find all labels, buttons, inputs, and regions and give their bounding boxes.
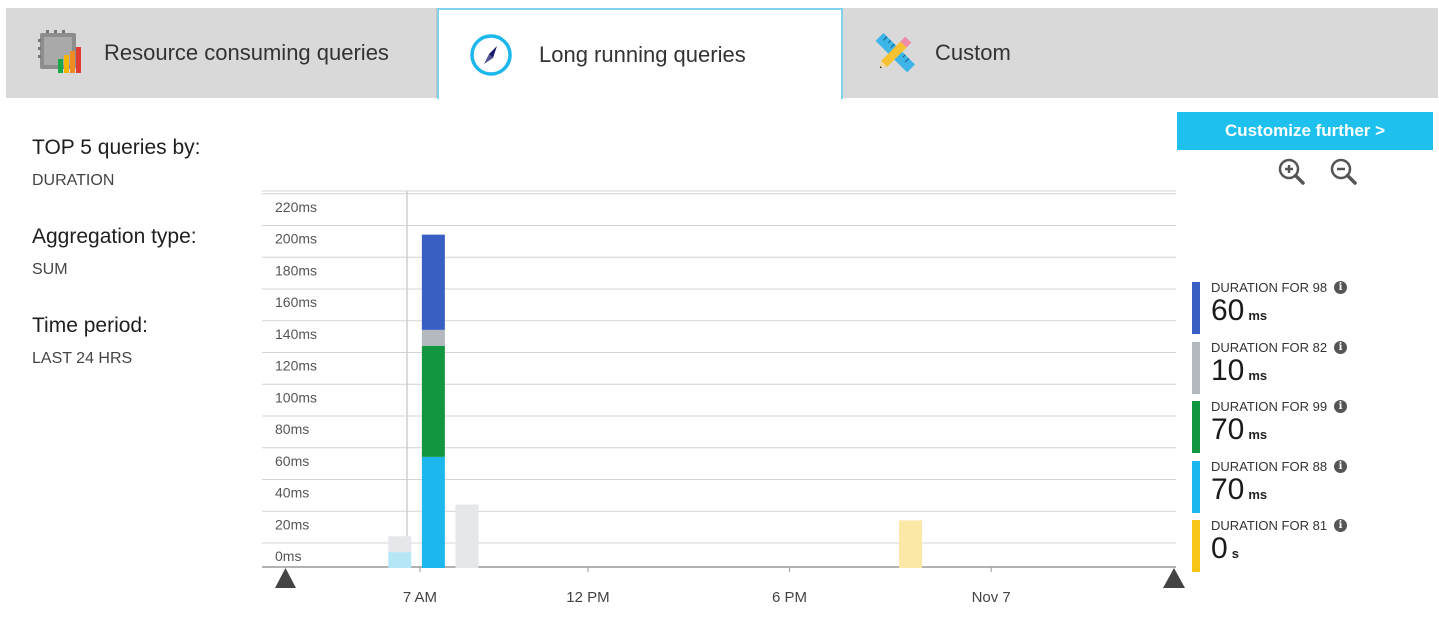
info-icon[interactable]: i (1334, 400, 1348, 414)
bar-segment-q98 (421, 234, 445, 330)
legend-text: DURATION FOR 98 i 60 ms (1211, 280, 1348, 327)
y-tick-label: 20ms (275, 516, 309, 532)
info-icon[interactable]: i (1334, 459, 1348, 473)
legend-title: DURATION FOR 88 i (1211, 458, 1348, 474)
legend-value-unit: s (1231, 546, 1239, 562)
info-icon[interactable]: i (1334, 281, 1348, 294)
legend-color-swatch (1192, 460, 1200, 513)
x-tick-label: 12 PM (566, 589, 609, 606)
legend-color-swatch (1192, 401, 1200, 454)
legend-title: DURATION FOR 99 i (1211, 399, 1348, 415)
y-tick-label: 60ms (275, 453, 309, 469)
bar-segment-q82 (455, 504, 479, 568)
bar-segment-q88 (388, 552, 412, 568)
legend-value: 10 ms (1211, 353, 1347, 387)
bar-segment-q81 (899, 520, 923, 568)
y-tick-label: 160ms (275, 294, 317, 310)
range-start-handle (275, 568, 296, 588)
legend-value: 70 ms (1211, 472, 1347, 506)
legend-title: DURATION FOR 82 i (1211, 339, 1348, 355)
x-tick-label: Nov 7 (972, 589, 1011, 606)
legend-value-number: 70 (1211, 472, 1245, 506)
legend-value-number: 60 (1211, 294, 1245, 327)
legend-value-number: 0 (1211, 532, 1228, 566)
y-tick-label: 140ms (275, 326, 317, 342)
legend-color-swatch (1192, 341, 1200, 394)
legend-value-unit: ms (1248, 486, 1268, 502)
bar-segment-q99 (421, 345, 445, 457)
legend-title-text: DURATION FOR 98 (1211, 280, 1328, 295)
info-icon[interactable]: i (1334, 519, 1348, 533)
legend-value-unit: ms (1248, 367, 1268, 383)
y-tick-label: 180ms (275, 262, 317, 278)
legend-value: 70 ms (1211, 414, 1347, 446)
y-tick-label: 100ms (275, 389, 317, 405)
x-tick-label: 6 PM (772, 589, 807, 606)
y-tick-label: 0ms (275, 548, 301, 564)
legend-value-unit: ms (1248, 427, 1268, 443)
y-tick-label: 220ms (275, 199, 317, 215)
legend-text: DURATION FOR 81 i 0 s (1211, 518, 1348, 565)
x-tick-label: 7 AM (403, 589, 437, 606)
y-tick-label: 120ms (275, 358, 317, 374)
legend-text: DURATION FOR 99 i 70 ms (1211, 399, 1348, 446)
legend-title: DURATION FOR 98 i (1211, 280, 1348, 295)
legend-color-swatch (1192, 282, 1200, 334)
legend-value-number: 70 (1211, 413, 1245, 447)
legend-value: 60 ms (1211, 295, 1347, 327)
legend-color-swatch (1192, 520, 1200, 573)
legend-title-text: DURATION FOR 81 (1211, 518, 1328, 534)
info-icon[interactable]: i (1334, 340, 1348, 354)
y-tick-label: 200ms (275, 231, 317, 247)
y-tick-label: 40ms (275, 485, 309, 501)
legend-text: DURATION FOR 82 i 10 ms (1211, 339, 1348, 387)
legend-value: 0s (1211, 533, 1347, 565)
legend-value-number: 10 (1211, 353, 1245, 387)
legend-title: DURATION FOR 81 i (1211, 518, 1348, 534)
bar-segment-q88 (421, 456, 445, 568)
legend-text: DURATION FOR 88 i 70 ms (1211, 458, 1348, 506)
legend-title-text: DURATION FOR 88 (1211, 458, 1328, 474)
y-tick-label: 80ms (275, 421, 309, 437)
bar-segment-q82 (421, 329, 445, 346)
legend-title-text: DURATION FOR 82 (1211, 339, 1328, 355)
legend-value-unit: ms (1248, 308, 1268, 323)
range-end-handle (1163, 568, 1185, 588)
bar-segment-q82 (388, 536, 412, 553)
legend-title-text: DURATION FOR 99 (1211, 399, 1328, 415)
